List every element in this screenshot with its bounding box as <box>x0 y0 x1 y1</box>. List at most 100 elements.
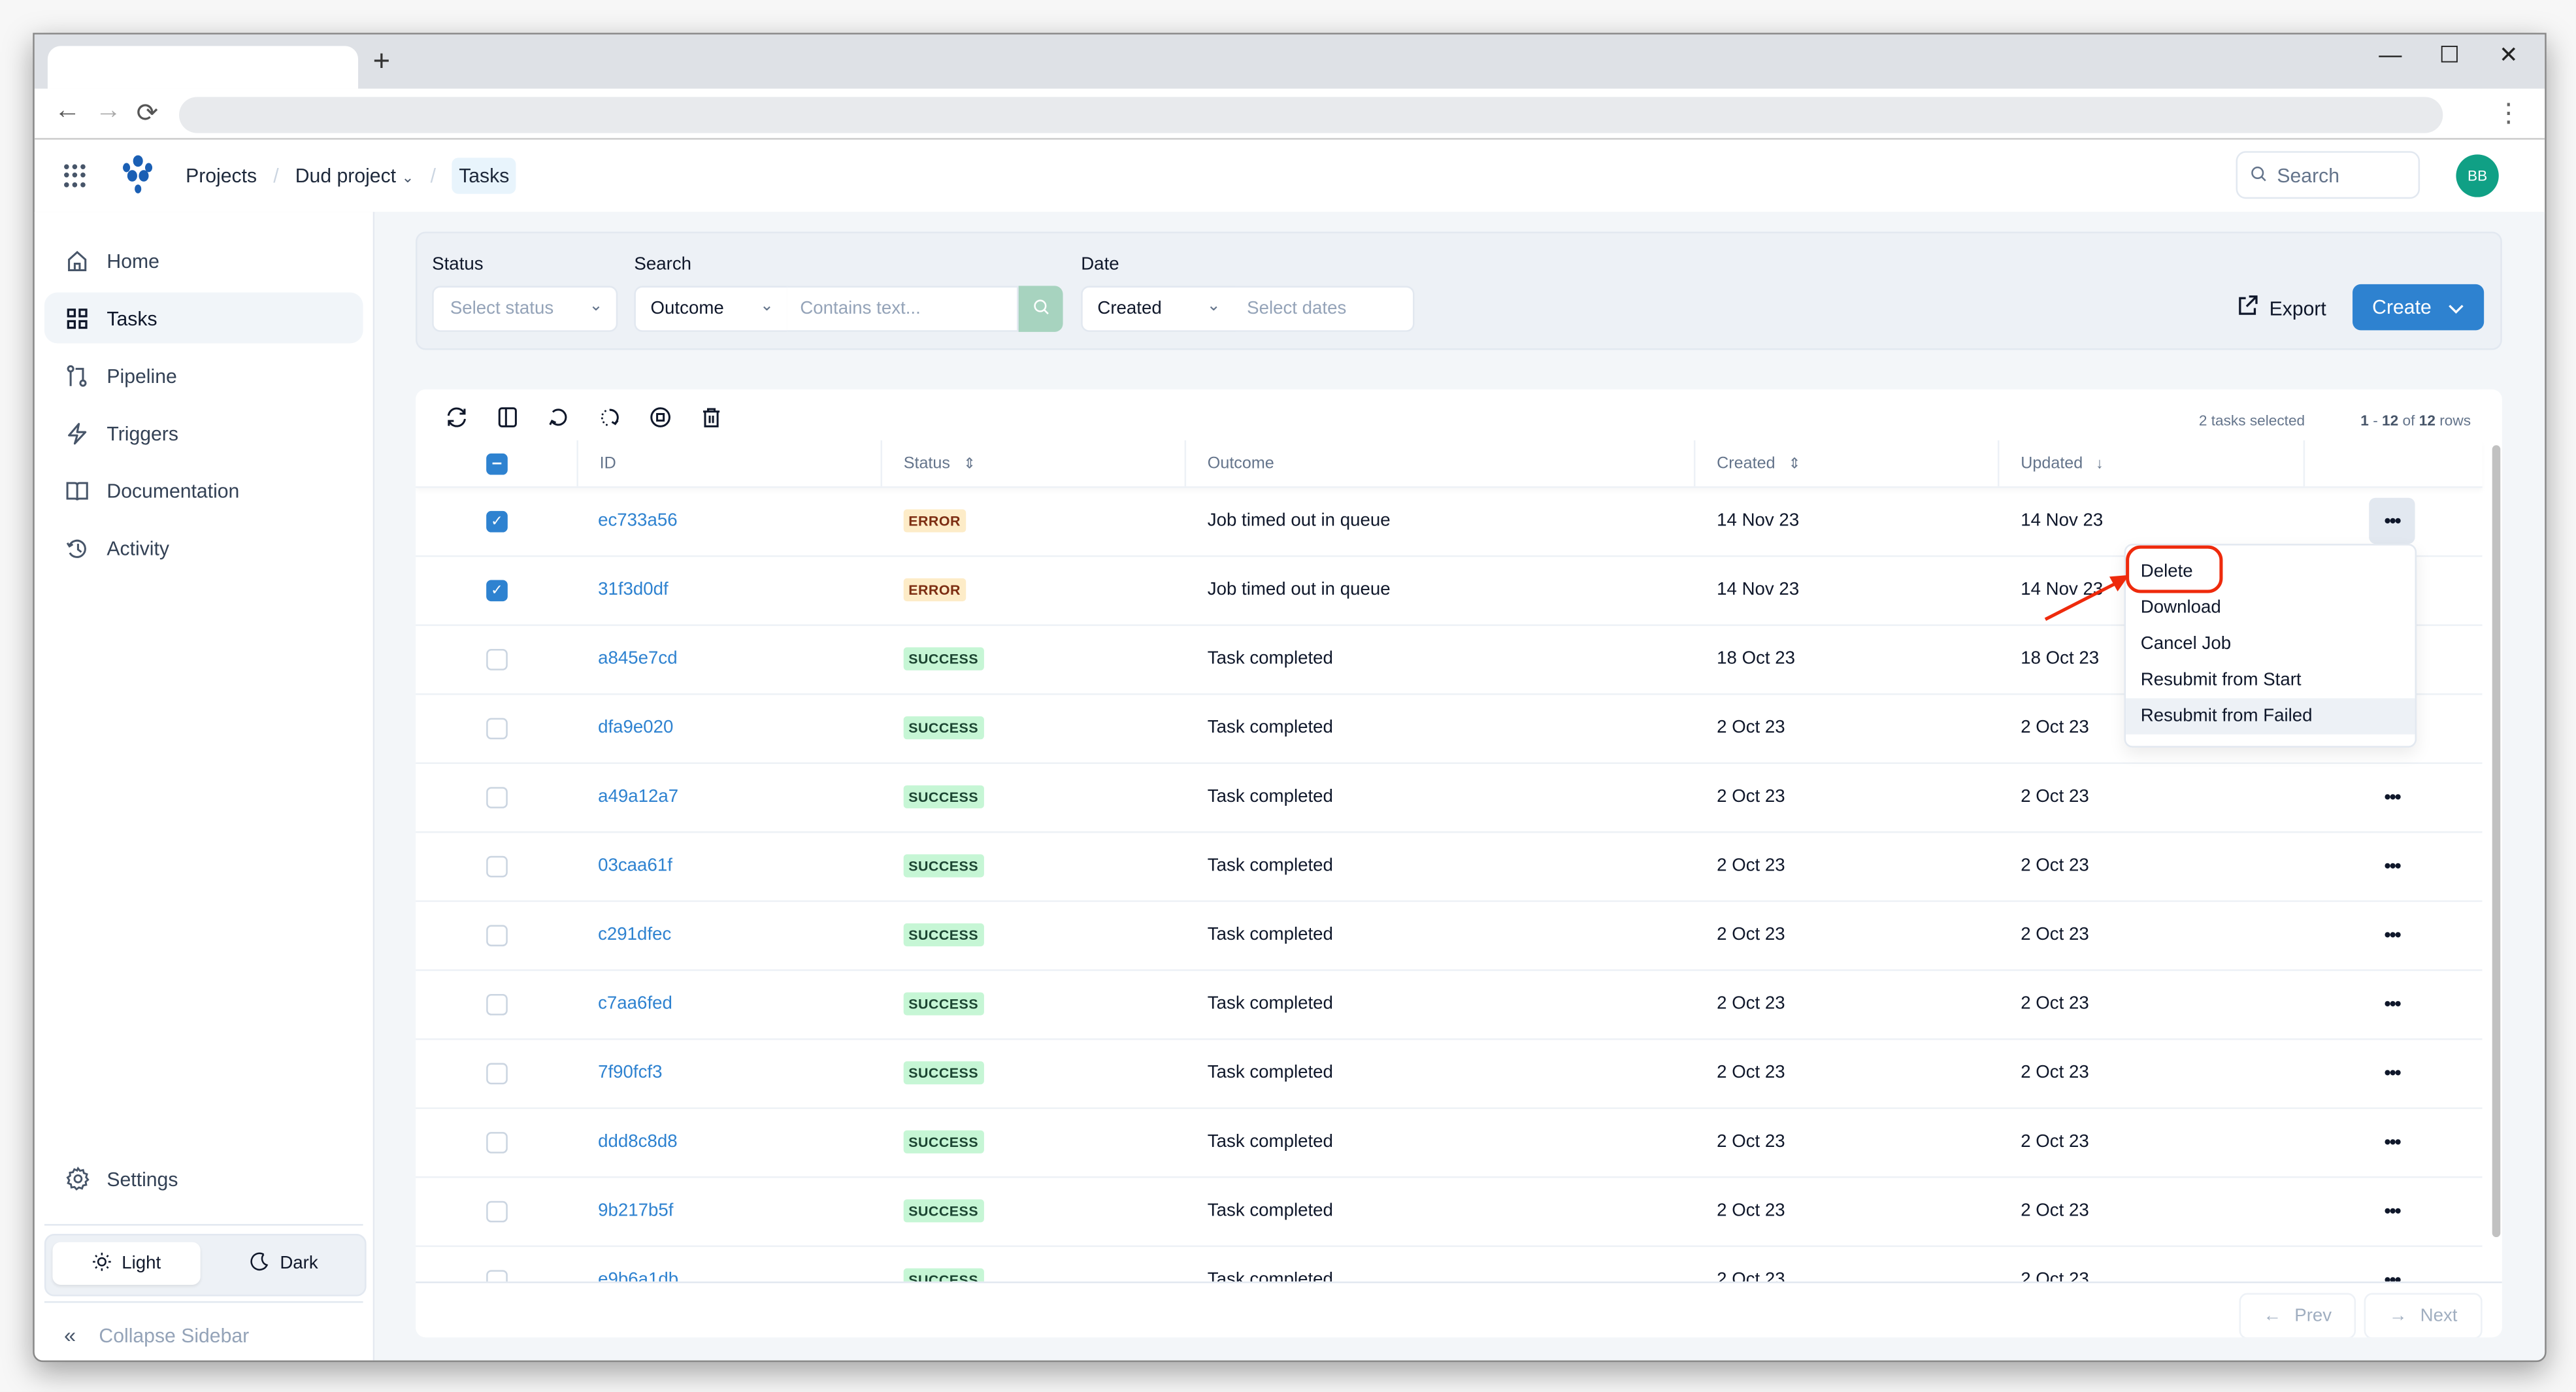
sidebar-item-pipeline[interactable]: Pipeline <box>44 350 363 401</box>
columns-icon[interactable] <box>496 406 521 431</box>
address-bar[interactable] <box>179 97 2443 133</box>
row-actions-button[interactable]: ••• <box>2369 843 2415 889</box>
browser-menu-button[interactable]: ⋮ <box>2496 97 2522 129</box>
row-checkbox[interactable] <box>486 855 508 877</box>
row-checkbox[interactable] <box>486 1062 508 1084</box>
row-checkbox[interactable]: ✓ <box>486 579 508 601</box>
table-row[interactable]: c7aa6fed SUCCESS Task completed 2 Oct 23 2 O… <box>416 969 2483 1040</box>
table-row[interactable]: 7f90fcf3 SUCCESS Task completed 2 Oct 23 2 O… <box>416 1038 2483 1109</box>
breadcrumb-project[interactable]: Dud project ⌄ <box>295 164 414 187</box>
reload-button[interactable]: ⟳ <box>137 97 159 129</box>
breadcrumb-projects[interactable]: Projects <box>186 164 257 187</box>
forward-button[interactable]: → <box>95 97 122 126</box>
row-checkbox[interactable] <box>486 648 508 670</box>
close-window-button[interactable]: ✕ <box>2479 41 2539 69</box>
date-field-select[interactable]: Created ⌄ <box>1081 286 1236 332</box>
minimize-button[interactable]: — <box>2361 41 2420 67</box>
trash-icon[interactable] <box>700 406 725 431</box>
resubmit-failed-icon[interactable] <box>598 406 623 431</box>
theme-dark-button[interactable]: Dark <box>210 1242 358 1285</box>
logo-icon[interactable] <box>116 154 159 197</box>
row-actions-button[interactable]: ••• <box>2369 912 2415 957</box>
row-checkbox[interactable] <box>486 717 508 739</box>
sidebar-item-settings[interactable]: Settings <box>44 1153 363 1204</box>
menu-item-resubmit-from-failed[interactable]: Resubmit from Failed <box>2126 698 2415 735</box>
prev-page-button[interactable]: ← Prev <box>2239 1293 2356 1338</box>
browser-tab[interactable] <box>47 46 359 89</box>
column-header-id[interactable]: ID <box>576 440 880 487</box>
search-submit-button[interactable] <box>1018 286 1063 332</box>
new-tab-button[interactable]: + <box>373 44 390 79</box>
refresh-icon[interactable] <box>445 406 470 431</box>
date-range-input[interactable]: Select dates <box>1234 286 1415 332</box>
task-id-link[interactable]: 03caa61f <box>598 856 672 876</box>
avatar[interactable]: BB <box>2456 154 2499 197</box>
task-id-link[interactable]: c291dfec <box>598 925 671 944</box>
status-cell: SUCCESS <box>903 762 983 831</box>
breadcrumb-tasks[interactable]: Tasks <box>452 157 516 194</box>
sidebar-item-home[interactable]: Home <box>44 235 363 286</box>
table-row[interactable]: 9b217b5f SUCCESS Task completed 2 Oct 23 2 O… <box>416 1176 2483 1248</box>
menu-item-cancel-job[interactable]: Cancel Job <box>2126 626 2415 662</box>
collapse-sidebar-button[interactable]: « Collapse Sidebar <box>64 1323 249 1348</box>
global-search-input[interactable]: Search <box>2236 151 2420 199</box>
row-checkbox[interactable] <box>486 1131 508 1153</box>
task-id-link[interactable]: dfa9e020 <box>598 718 673 738</box>
row-actions-button[interactable]: ••• <box>2369 1257 2415 1282</box>
stop-icon[interactable] <box>649 406 674 431</box>
row-checkbox[interactable] <box>486 1269 508 1282</box>
task-id-link[interactable]: 31f3d0df <box>598 580 669 599</box>
back-button[interactable]: ← <box>54 97 80 126</box>
row-checkbox[interactable]: ✓ <box>486 510 508 532</box>
search-text-input[interactable]: Contains text... <box>787 286 1019 332</box>
row-actions-button[interactable]: ••• <box>2369 1119 2415 1165</box>
next-page-button[interactable]: → Next <box>2364 1293 2483 1338</box>
theme-light-button[interactable]: Light <box>52 1242 201 1285</box>
column-header-outcome[interactable]: Outcome <box>1184 440 1694 487</box>
menu-item-resubmit-from-start[interactable]: Resubmit from Start <box>2126 662 2415 698</box>
table-row[interactable]: e9b6a1db SUCCESS Task completed 2 Oct 23 2 O… <box>416 1246 2483 1282</box>
select-all-checkbox[interactable]: – <box>486 452 508 474</box>
sidebar-item-tasks[interactable]: Tasks <box>44 292 363 344</box>
task-id-link[interactable]: e9b6a1db <box>598 1270 678 1282</box>
row-checkbox[interactable] <box>486 924 508 946</box>
row-checkbox[interactable] <box>486 993 508 1015</box>
row-checkbox[interactable] <box>486 1200 508 1222</box>
resubmit-icon[interactable] <box>547 406 572 431</box>
table-row[interactable]: c291dfec SUCCESS Task completed 2 Oct 23 2 O… <box>416 901 2483 971</box>
search-field-select[interactable]: Outcome ⌄ <box>634 286 789 332</box>
app-launcher-icon[interactable] <box>64 164 87 187</box>
task-id-link[interactable]: ddd8c8d8 <box>598 1132 677 1152</box>
table-row[interactable]: ddd8c8d8 SUCCESS Task completed 2 Oct 23 2 O… <box>416 1107 2483 1178</box>
range-start: 1 <box>2360 412 2369 429</box>
column-header-updated[interactable]: Updated ↓ <box>1998 440 2304 487</box>
table-row[interactable]: 03caa61f SUCCESS Task completed 2 Oct 23 2 O… <box>416 831 2483 903</box>
row-actions-button[interactable]: ••• <box>2369 774 2415 820</box>
menu-item-download[interactable]: Download <box>2126 590 2415 626</box>
maximize-button[interactable]: ☐ <box>2420 41 2479 69</box>
more-horizontal-icon: ••• <box>2384 1268 2402 1282</box>
task-id-link[interactable]: 7f90fcf3 <box>598 1063 662 1083</box>
task-id-link[interactable]: ec733a56 <box>598 511 677 531</box>
task-id-link[interactable]: c7aa6fed <box>598 994 672 1014</box>
task-id-link[interactable]: 9b217b5f <box>598 1201 673 1221</box>
table-row[interactable]: a49a12a7 SUCCESS Task completed 2 Oct 23 2 O… <box>416 762 2483 833</box>
sidebar-item-activity[interactable]: Activity <box>44 522 363 573</box>
task-id-link[interactable]: a845e7cd <box>598 649 677 669</box>
updated-cell: 2 Oct 23 <box>2021 925 2089 945</box>
row-actions-button[interactable]: ••• <box>2369 1050 2415 1095</box>
sidebar-item-documentation[interactable]: Documentation <box>44 465 363 516</box>
create-button[interactable]: Create <box>2353 284 2485 331</box>
status-select[interactable]: Select status ⌄ <box>432 286 618 332</box>
row-actions-button[interactable]: ••• <box>2369 1188 2415 1234</box>
row-checkbox[interactable] <box>486 786 508 808</box>
id-cell: e9b6a1db <box>598 1246 678 1282</box>
row-actions-button[interactable]: ••• <box>2369 497 2415 544</box>
export-button[interactable]: Export <box>2236 294 2326 322</box>
table-scrollbar[interactable] <box>2492 445 2501 1238</box>
row-actions-button[interactable]: ••• <box>2369 981 2415 1027</box>
column-header-status[interactable]: Status ⇕ <box>880 440 1185 487</box>
column-header-created[interactable]: Created ⇕ <box>1693 440 1998 487</box>
task-id-link[interactable]: a49a12a7 <box>598 787 678 806</box>
sidebar-item-triggers[interactable]: Triggers <box>44 407 363 458</box>
